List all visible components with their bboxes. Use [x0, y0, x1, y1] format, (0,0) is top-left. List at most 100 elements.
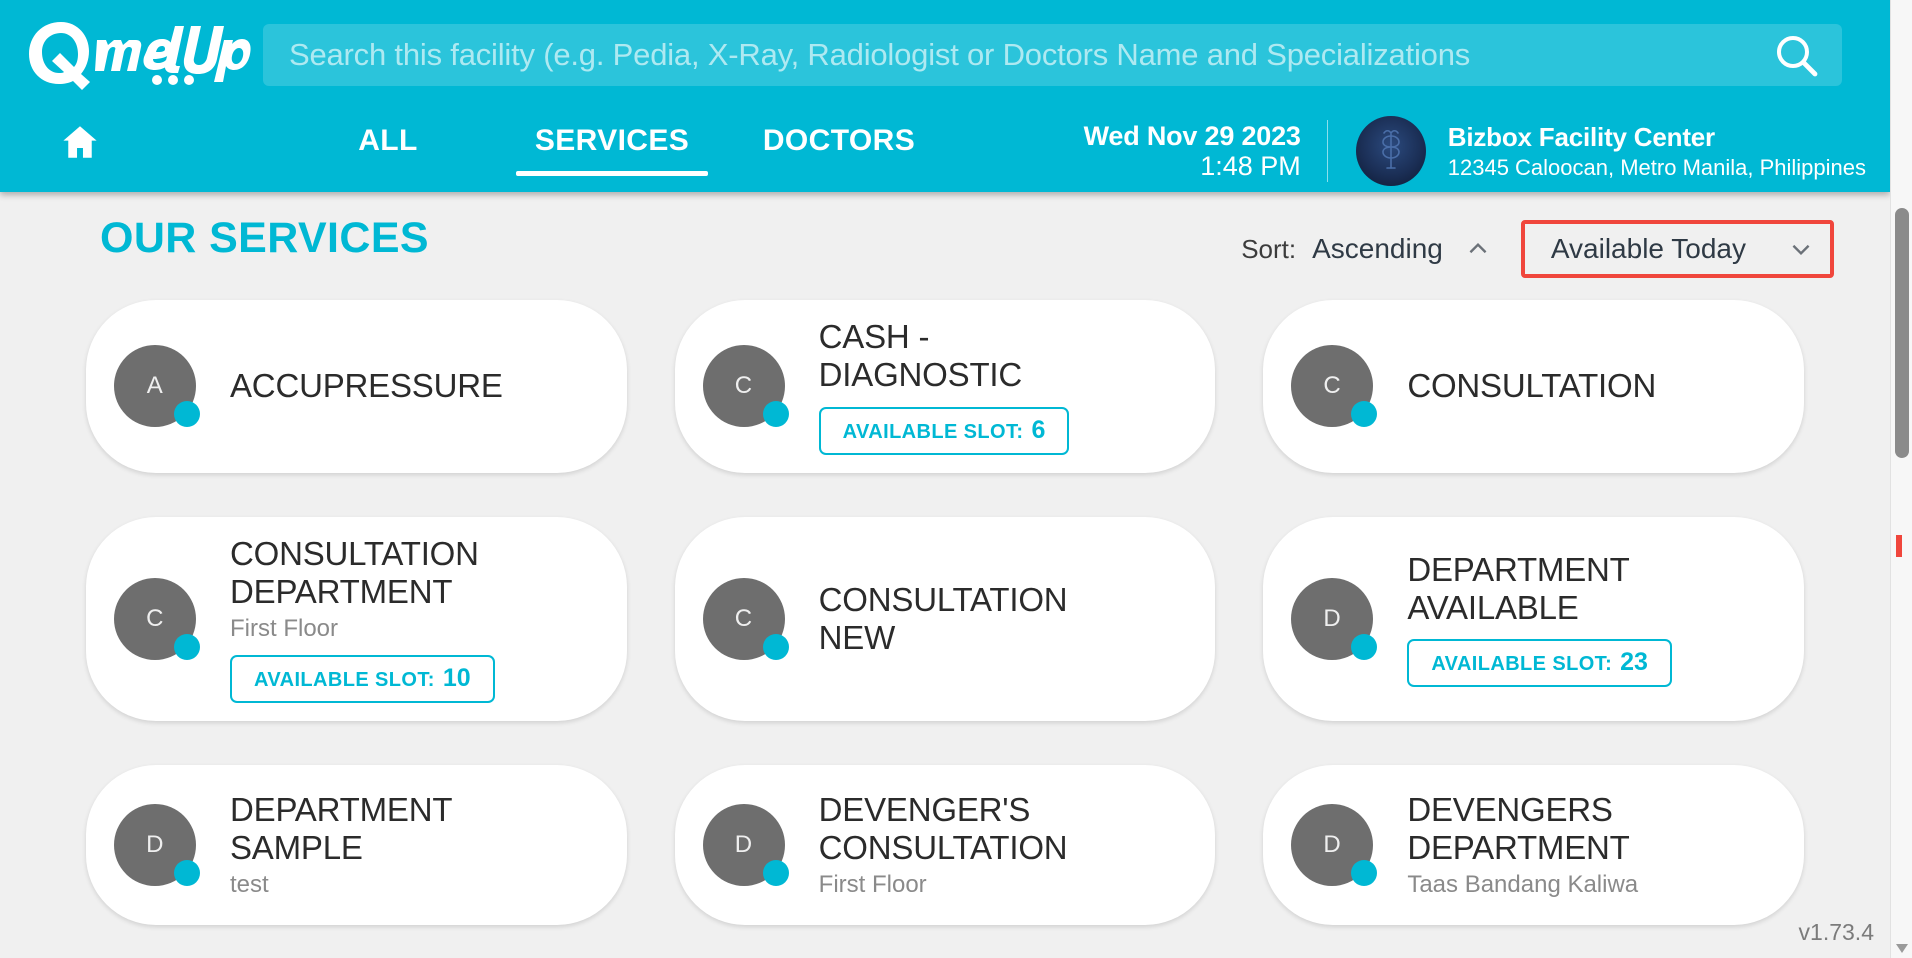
search-input[interactable]: [289, 37, 1772, 73]
availability-status-dot: [762, 860, 789, 887]
slot-label: AVAILABLE SLOT:: [254, 669, 435, 692]
service-card-body: CONSULTATION NEW: [819, 581, 1182, 658]
service-card-body: CASH - DIAGNOSTIC AVAILABLE SLOT: 6: [818, 318, 1182, 455]
service-card-body: DEPARTMENT AVAILABLE AVAILABLE SLOT: 23: [1407, 551, 1770, 688]
service-name: CONSULTATION NEW: [818, 580, 1068, 656]
service-card-body: DEVENGERS DEPARTMENT Taas Bandang Kaliwa: [1407, 791, 1770, 900]
service-name: DEPARTMENT AVAILABLE: [1407, 550, 1630, 626]
service-card[interactable]: C CONSULTATION NEW: [674, 516, 1216, 722]
scroll-down-arrow-icon[interactable]: [1894, 940, 1910, 956]
service-card[interactable]: C CONSULTATION: [1263, 300, 1804, 473]
app-version: v1.73.4: [1798, 919, 1874, 945]
app-header: ALL SERVICES DOCTORS Wed Nov 29 2023 1:4…: [0, 0, 1890, 192]
header-right-group: Wed Nov 29 2023 1:48 PM Bizbox Facility …: [1084, 110, 1866, 192]
page-scrollbar[interactable]: [1890, 0, 1912, 958]
chevron-down-icon: [1792, 244, 1810, 256]
chevron-up-icon[interactable]: [1465, 236, 1491, 262]
availability-filter-dropdown[interactable]: Available Today: [1520, 220, 1834, 278]
main-content: OUR SERVICES Sort: Ascending Available T…: [0, 192, 1890, 958]
slot-count: 10: [442, 664, 471, 693]
slot-count: 6: [1031, 415, 1046, 444]
facility-avatar: [1355, 116, 1426, 186]
facility-text: Bizbox Facility Center 12345 Caloocan, M…: [1426, 121, 1866, 181]
facility-address: 12345 Caloocan, Metro Manila, Philippine…: [1447, 154, 1866, 180]
home-button[interactable]: [0, 112, 160, 172]
sort-label: Sort:: [1241, 233, 1297, 264]
availability-status-dot: [1351, 633, 1378, 660]
sort-controls: Sort: Ascending Available Today: [1241, 220, 1834, 278]
availability-status-dot: [1351, 401, 1378, 428]
service-name: DEPARTMENT SAMPLE: [230, 790, 453, 867]
availability-status-dot: [174, 401, 200, 428]
tab-services-label: SERVICES: [534, 124, 690, 157]
logo-icon: [28, 22, 251, 90]
scrollbar-marker: [1896, 535, 1902, 557]
service-card-body: CONSULTATION DEPARTMENT First Floor AVAILA…: [230, 535, 593, 704]
availability-filter-value: Available Today: [1550, 233, 1746, 264]
services-toolbar: OUR SERVICES Sort: Ascending Available T…: [0, 192, 1890, 300]
available-slot-badge: AVAILABLE SLOT: 10: [230, 655, 495, 704]
slot-count: 23: [1620, 648, 1648, 677]
current-time: 1:48 PM: [1200, 151, 1301, 181]
service-card-body: ACCUPRESSURE: [230, 367, 593, 405]
tab-doctors[interactable]: DOCTORS: [744, 110, 934, 172]
tab-services-underline: [516, 171, 708, 176]
scrollbar-thumb[interactable]: [1895, 208, 1909, 458]
service-avatar-wrap: D: [1291, 804, 1378, 887]
service-name: CONSULTATION: [1407, 367, 1657, 405]
tab-all[interactable]: ALL: [328, 110, 448, 172]
qmeup-logo[interactable]: [18, 18, 263, 92]
service-avatar-wrap: C: [114, 577, 200, 660]
service-card[interactable]: D DEPARTMENT SAMPLE test: [86, 765, 627, 926]
service-location: Taas Bandang Kaliwa: [1407, 871, 1639, 899]
tab-doctors-label: DOCTORS: [762, 124, 916, 157]
service-card[interactable]: D DEPARTMENT AVAILABLE AVAILABLE SLOT: 23: [1263, 516, 1804, 722]
header-nav-row: ALL SERVICES DOCTORS Wed Nov 29 2023 1:4…: [0, 110, 1890, 192]
sort-value[interactable]: Ascending: [1312, 233, 1443, 265]
search-icon[interactable]: [1772, 31, 1820, 79]
service-name: CONSULTATION DEPARTMENT: [230, 534, 479, 610]
availability-status-dot: [174, 633, 200, 660]
service-name: ACCUPRESSURE: [230, 367, 503, 405]
availability-status-dot: [762, 633, 789, 660]
services-grid: A ACCUPRESSURE C CASH - DIAGNOSTIC AVAILABLE…: [0, 300, 1890, 958]
caduceus-icon: [1381, 129, 1400, 169]
service-name: DEVENGER'S CONSULTATION: [818, 790, 1068, 867]
service-avatar-wrap: C: [1291, 345, 1378, 428]
service-location: First Floor: [818, 871, 927, 899]
datetime-display: Wed Nov 29 2023 1:48 PM: [1084, 121, 1327, 181]
service-avatar-wrap: C: [702, 577, 789, 660]
facility-info[interactable]: Bizbox Facility Center 12345 Caloocan, M…: [1328, 116, 1866, 186]
available-slot-badge: AVAILABLE SLOT: 23: [1407, 639, 1672, 688]
tab-all-label: ALL: [358, 124, 418, 157]
service-location: test: [230, 871, 269, 899]
service-card[interactable]: C CASH - DIAGNOSTIC AVAILABLE SLOT: 6: [674, 300, 1216, 473]
service-avatar-wrap: D: [1291, 577, 1378, 660]
service-card-body: DEVENGER'S CONSULTATION First Floor: [819, 791, 1182, 900]
available-slot-badge: AVAILABLE SLOT: 6: [818, 406, 1070, 455]
service-card[interactable]: D DEVENGER'S CONSULTATION First Floor: [674, 765, 1216, 926]
app-root: ALL SERVICES DOCTORS Wed Nov 29 2023 1:4…: [0, 0, 1912, 958]
availability-status-dot: [174, 860, 200, 887]
facility-name: Bizbox Facility Center: [1447, 122, 1715, 152]
page-title: OUR SERVICES: [100, 214, 429, 262]
service-card[interactable]: D DEVENGERS DEPARTMENT Taas Bandang Kaliwa: [1263, 765, 1804, 926]
service-avatar-wrap: D: [114, 804, 200, 887]
search-bar[interactable]: [263, 24, 1842, 86]
service-avatar-wrap: D: [702, 804, 789, 887]
service-avatar-wrap: A: [114, 345, 200, 428]
availability-status-dot: [1351, 860, 1378, 887]
service-card[interactable]: A ACCUPRESSURE: [86, 300, 627, 473]
current-date: Wed Nov 29 2023: [1083, 120, 1301, 151]
service-name: DEVENGERS DEPARTMENT: [1407, 790, 1630, 867]
service-card-body: CONSULTATION: [1407, 367, 1770, 405]
service-card-body: DEPARTMENT SAMPLE test: [230, 791, 593, 900]
header-search-row: [0, 0, 1890, 110]
slot-label: AVAILABLE SLOT:: [842, 420, 1024, 443]
slot-label: AVAILABLE SLOT:: [1431, 653, 1613, 676]
availability-status-dot: [762, 401, 789, 428]
service-name: CASH - DIAGNOSTIC: [818, 318, 1023, 394]
service-card[interactable]: C CONSULTATION DEPARTMENT First Floor AVAIL…: [86, 516, 627, 722]
home-icon: [63, 126, 97, 158]
tab-services[interactable]: SERVICES: [516, 110, 708, 176]
